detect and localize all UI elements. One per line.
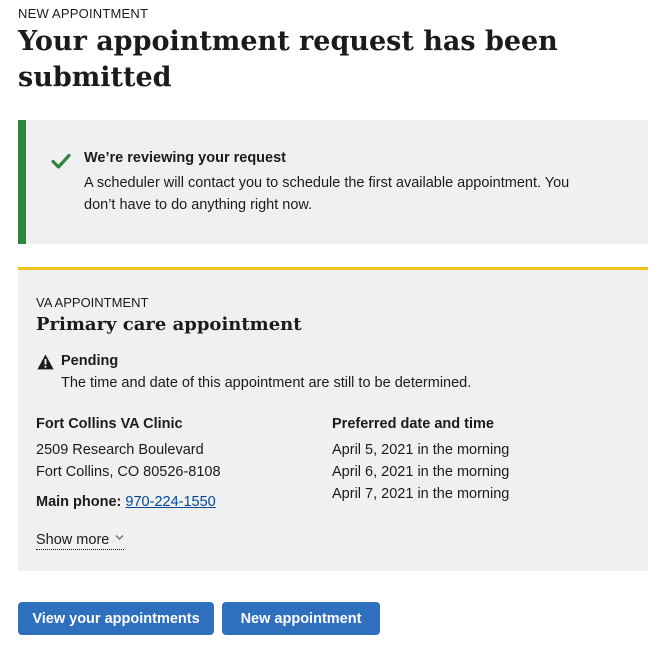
show-more-label: Show more — [36, 532, 110, 548]
alert-body: A scheduler will contact you to schedule… — [84, 175, 570, 213]
alert-heading: We’re reviewing your request — [84, 150, 286, 166]
page-title: Your appointment request has been submit… — [18, 26, 558, 93]
card-eyebrow: VA APPOINTMENT — [36, 295, 149, 310]
preferred-time: April 7, 2021 in the morning — [332, 486, 510, 502]
facility-info: Fort Collins VA Clinic 2509 Research Bou… — [36, 413, 316, 513]
status-label: Pending — [61, 353, 119, 369]
page-eyebrow: NEW APPOINTMENT — [18, 6, 149, 21]
phone-link[interactable]: 970-224-1550 — [125, 494, 215, 510]
success-alert: We’re reviewing your request A scheduler… — [18, 120, 648, 244]
show-more-toggle[interactable]: Show more — [36, 532, 125, 550]
status-description: The time and date of this appointment ar… — [61, 375, 472, 391]
appointment-card: VA APPOINTMENT Primary care appointment … — [18, 267, 648, 571]
address-line-1: 2509 Research Boulevard — [36, 442, 204, 458]
preferred-time: April 6, 2021 in the morning — [332, 464, 510, 480]
new-appointment-button[interactable]: New appointment — [222, 602, 380, 635]
preferred-time: April 5, 2021 in the morning — [332, 442, 510, 458]
address-line-2: Fort Collins, CO 80526-8108 — [36, 464, 221, 480]
main-phone: Main phone: 970-224-1550 — [36, 491, 316, 513]
preferred-times: Preferred date and time April 5, 2021 in… — [332, 413, 632, 505]
facility-name: Fort Collins VA Clinic — [36, 416, 183, 432]
warning-icon — [37, 354, 54, 370]
view-appointments-button[interactable]: View your appointments — [18, 602, 214, 635]
checkmark-icon — [51, 153, 71, 169]
phone-label: Main phone: — [36, 494, 122, 510]
card-title: Primary care appointment — [36, 314, 302, 335]
preferred-heading: Preferred date and time — [332, 416, 494, 432]
chevron-down-icon — [115, 534, 124, 541]
